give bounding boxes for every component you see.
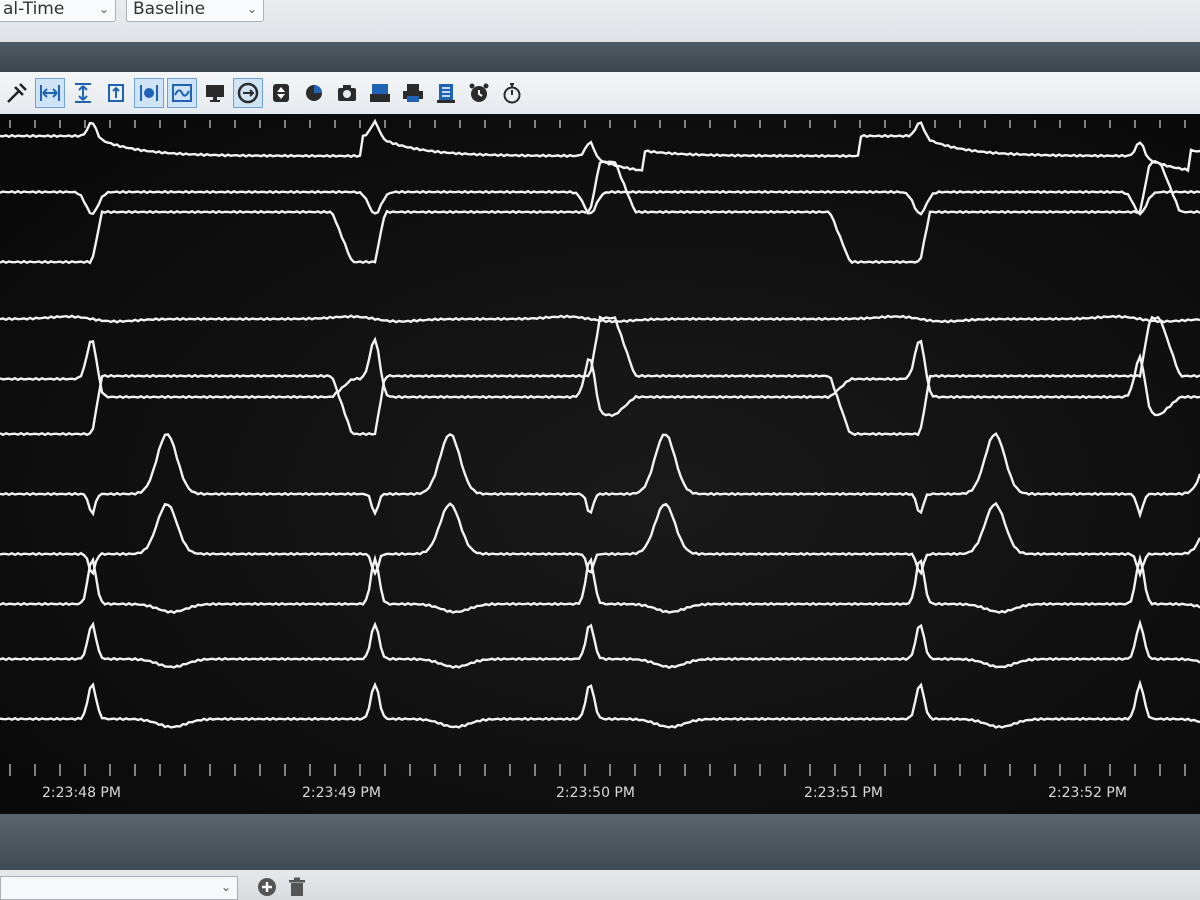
waveform-plot[interactable]: 2:23:48 PM 2:23:49 PM 2:23:50 PM 2:23:51… xyxy=(0,114,1200,814)
ecg-trace xyxy=(0,553,1200,615)
camera-icon xyxy=(338,85,356,101)
review-icon xyxy=(370,84,390,102)
time-tick-label: 2:23:48 PM xyxy=(42,785,121,801)
ecg-trace xyxy=(0,189,1200,216)
fit-range-button[interactable] xyxy=(101,78,131,108)
print-button[interactable] xyxy=(398,78,428,108)
monitor-icon xyxy=(206,85,224,102)
scale-icon xyxy=(273,84,289,102)
camera-button[interactable] xyxy=(332,78,362,108)
scale-button[interactable] xyxy=(266,78,296,108)
mode-select[interactable]: al-Time ⌄ xyxy=(0,0,116,22)
waveform-traces xyxy=(0,118,1200,776)
pie-icon xyxy=(306,85,322,101)
mode-select-value: al-Time xyxy=(3,0,65,19)
sync-icon xyxy=(237,82,259,104)
time-tick-label: 2:23:50 PM xyxy=(556,785,635,801)
fit-width-icon xyxy=(40,85,60,101)
top-control-bar: al-Time ⌄ Baseline ⌄ xyxy=(0,0,1200,42)
chevron-down-icon: ⌄ xyxy=(98,2,109,16)
channel-overlay-button[interactable] xyxy=(167,78,197,108)
channel-separate-icon xyxy=(140,85,158,101)
bottom-select[interactable]: ⌄ xyxy=(0,876,238,900)
view-select-value: Baseline xyxy=(133,0,206,19)
ecg-trace xyxy=(0,336,1200,418)
fit-height-icon xyxy=(75,83,91,103)
ecg-trace xyxy=(0,431,1200,519)
ecg-trace xyxy=(0,315,1200,437)
bottom-control-bar: ⌄ xyxy=(0,870,1200,900)
time-tick-label: 2:23:52 PM xyxy=(1048,785,1127,801)
header-divider xyxy=(0,42,1200,72)
time-tick-label: 2:23:51 PM xyxy=(804,785,883,801)
toolbar xyxy=(0,72,1200,114)
fit-width-button[interactable] xyxy=(35,78,65,108)
ecg-trace xyxy=(0,159,1200,265)
alarm-clock-icon xyxy=(469,83,489,102)
channel-overlay-icon xyxy=(172,84,192,102)
footer-divider xyxy=(0,814,1200,870)
monitor-button[interactable] xyxy=(200,78,230,108)
fit-range-icon xyxy=(108,84,124,102)
tools-button[interactable] xyxy=(2,78,32,108)
review-button[interactable] xyxy=(365,78,395,108)
plus-circle-icon[interactable] xyxy=(256,876,278,898)
chevron-down-icon: ⌄ xyxy=(246,2,257,16)
pie-button[interactable] xyxy=(299,78,329,108)
chevron-down-icon: ⌄ xyxy=(220,880,231,894)
stopwatch-button[interactable] xyxy=(497,78,527,108)
tools-icon xyxy=(7,83,27,103)
fit-height-button[interactable] xyxy=(68,78,98,108)
sync-button[interactable] xyxy=(233,78,263,108)
ecg-trace xyxy=(0,679,1200,729)
trash-icon[interactable] xyxy=(286,876,308,898)
view-select[interactable]: Baseline ⌄ xyxy=(126,0,264,22)
alarm-button[interactable] xyxy=(464,78,494,108)
ecg-trace xyxy=(0,619,1200,670)
ecg-trace xyxy=(0,501,1200,579)
stopwatch-icon xyxy=(503,83,521,104)
print-icon xyxy=(403,84,423,102)
channel-separate-button[interactable] xyxy=(134,78,164,108)
report-button[interactable] xyxy=(431,78,461,108)
time-tick-label: 2:23:49 PM xyxy=(302,785,381,801)
report-icon xyxy=(437,84,455,103)
